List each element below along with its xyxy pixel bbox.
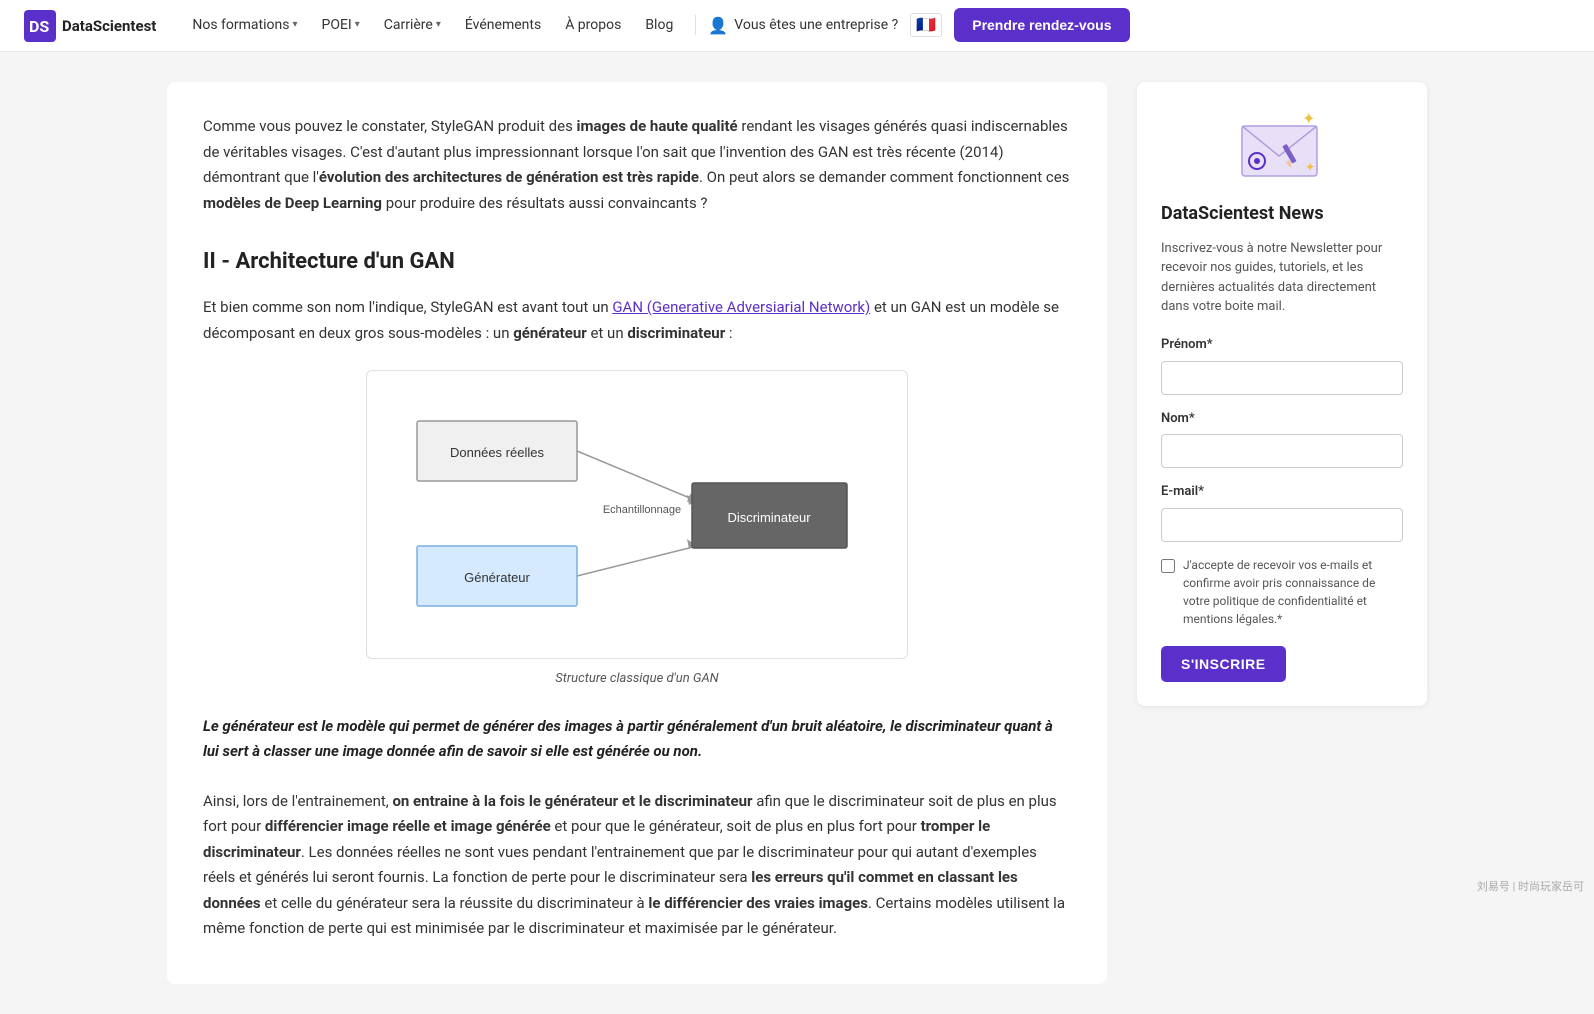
nom-label: Nom*: [1161, 409, 1403, 430]
svg-text:Echantillonnage: Echantillonnage: [603, 504, 681, 516]
sidebar-card: ✦ ✦ DataScientest News Inscrivez-vous à …: [1137, 82, 1427, 706]
nav-divider: [695, 15, 696, 35]
newsletter-illustration: ✦ ✦: [1232, 106, 1332, 186]
gan-diagram-svg: Données réelles Générateur Echantillonna…: [387, 391, 887, 631]
nav-links: Nos formations ▾ POEI ▾ Carrière ▾ Événe…: [182, 8, 1570, 42]
nav-item-poei[interactable]: POEI ▾: [312, 8, 370, 42]
article-intro: Comme vous pouvez le constater, StyleGAN…: [203, 114, 1071, 216]
nav-item-apropos[interactable]: À propos: [555, 8, 631, 42]
main-content: Comme vous pouvez le constater, StyleGAN…: [167, 82, 1107, 984]
svg-text:✦: ✦: [1305, 160, 1315, 174]
logo-text: DataScientest: [62, 14, 156, 38]
cta-button[interactable]: Prendre rendez-vous: [954, 8, 1129, 42]
consent-checkbox[interactable]: [1161, 559, 1175, 573]
gan-link[interactable]: GAN (Generative Adversiarial Network): [612, 298, 870, 316]
svg-text:✦: ✦: [1302, 109, 1315, 128]
nav-item-formations[interactable]: Nos formations ▾: [182, 8, 307, 42]
svg-text:Générateur: Générateur: [464, 570, 530, 585]
enterprise-icon: 👤: [708, 13, 728, 39]
consent-checkbox-row: J'accepte de recevoir vos e-mails et con…: [1161, 556, 1403, 628]
prenom-group: Prénom*: [1161, 335, 1403, 395]
subscribe-button[interactable]: S'INSCRIRE: [1161, 646, 1286, 682]
section-title: II - Architecture d'un GAN: [203, 244, 1071, 279]
nav-item-carriere[interactable]: Carrière ▾: [374, 8, 451, 42]
navbar: DS DataScientest Nos formations ▾ POEI ▾…: [0, 0, 1594, 52]
chevron-down-icon: ▾: [355, 17, 360, 33]
page-layout: Comme vous pouvez le constater, StyleGAN…: [147, 52, 1447, 1014]
consent-label: J'accepte de recevoir vos e-mails et con…: [1183, 556, 1403, 628]
logo-link[interactable]: DS DataScientest: [24, 10, 156, 42]
email-label: E-mail*: [1161, 482, 1403, 503]
nom-group: Nom*: [1161, 409, 1403, 469]
nav-item-evenements[interactable]: Événements: [455, 8, 551, 42]
email-group: E-mail*: [1161, 482, 1403, 542]
nom-input[interactable]: [1161, 434, 1403, 468]
email-input[interactable]: [1161, 508, 1403, 542]
sidebar-illustration: ✦ ✦: [1161, 106, 1403, 186]
sidebar: ✦ ✦ DataScientest News Inscrivez-vous à …: [1137, 82, 1427, 984]
logo-icon: DS: [24, 10, 56, 42]
section-intro-para: Et bien comme son nom l'indique, StyleGA…: [203, 295, 1071, 346]
diagram-container: Données réelles Générateur Echantillonna…: [203, 370, 1071, 690]
language-flag-button[interactable]: 🇫🇷: [910, 13, 942, 37]
enterprise-link[interactable]: 👤 Vous êtes une entreprise ?: [708, 13, 898, 39]
prenom-label: Prénom*: [1161, 335, 1403, 356]
article-body-para: Ainsi, lors de l'entrainement, on entrai…: [203, 789, 1071, 942]
watermark: 刘易号 | 时尚玩家岳可: [1477, 878, 1584, 896]
chevron-down-icon: ▾: [292, 17, 297, 33]
chevron-down-icon: ▾: [436, 17, 441, 33]
article-blockquote: Le générateur est le modèle qui permet d…: [203, 714, 1071, 765]
svg-text:DS: DS: [29, 17, 49, 36]
nav-item-blog[interactable]: Blog: [635, 8, 683, 42]
diagram-caption: Structure classique d'un GAN: [555, 669, 718, 690]
prenom-input[interactable]: [1161, 361, 1403, 395]
sidebar-title: DataScientest News: [1161, 200, 1403, 229]
svg-text:Données réelles: Données réelles: [450, 445, 544, 460]
nav-right: 👤 Vous êtes une entreprise ? 🇫🇷 Prendre …: [708, 8, 1129, 42]
svg-text:Discriminateur: Discriminateur: [727, 510, 811, 525]
diagram-svg: Données réelles Générateur Echantillonna…: [366, 370, 908, 659]
sidebar-description: Inscrivez-vous à notre Newsletter pour r…: [1161, 239, 1403, 317]
